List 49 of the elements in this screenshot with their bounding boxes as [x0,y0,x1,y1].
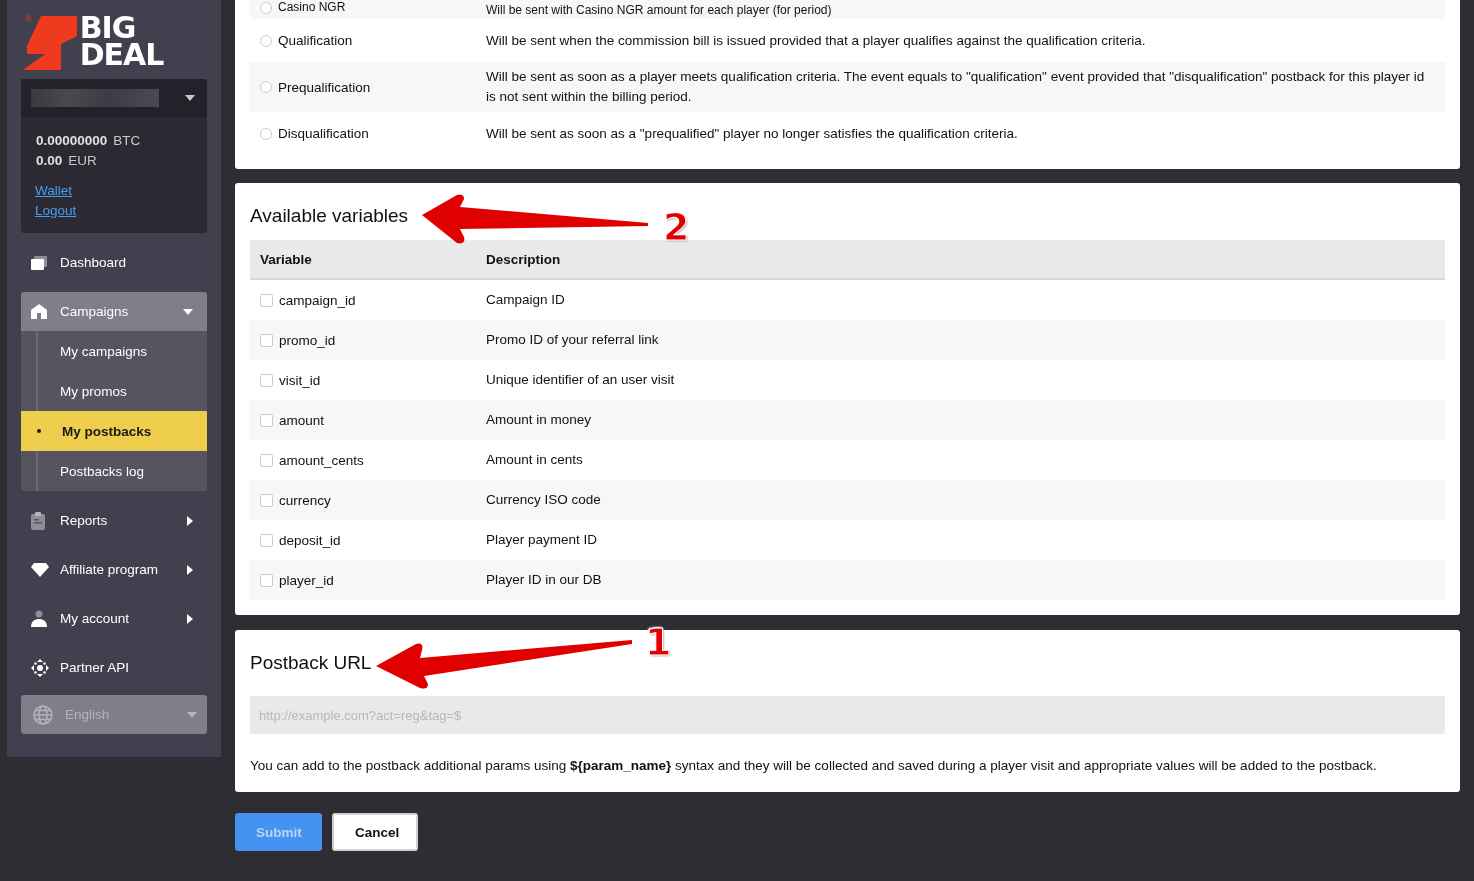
variable-name: player_id [279,572,334,588]
variable-name: amount [279,412,325,428]
variable-description: Player ID in our DB [486,571,603,589]
event-name: Casino NGR [278,0,346,14]
nav-item[interactable]: Reports [21,501,207,540]
variable-description: Promo ID of your referral link [486,331,660,349]
variable-description: Currency ISO code [486,491,602,509]
variable-name: visit_id [279,372,321,388]
variable-description: Player payment ID [486,531,599,549]
logo-text: BIG [79,14,136,41]
variable-description: Amount in cents [486,451,584,469]
account-link[interactable]: Logout [35,201,77,221]
variable-description: Unique identifier of an user visit [486,371,676,389]
event-name: Disqualification [278,126,369,141]
annotation-number: 2 [663,207,690,247]
variable-description: Amount in money [486,411,593,429]
event-description: Will be sent with Casino NGR amount for each player (for period) [486,2,833,19]
logo-text: DEAL [79,41,164,68]
submenu-item[interactable]: Postbacks log [36,451,207,491]
variable-name: amount_cents [279,452,364,468]
currency-code: EUR [68,152,97,170]
column-header: Variable [259,251,313,267]
event-name: Qualification [278,33,353,48]
nav-item[interactable]: Affiliate program [21,550,207,589]
event-description: Will be sent as soon as a "prequalified" player no longer satisfies the qualification criteria. [486,124,1019,143]
variable-name: campaign_id [279,292,356,308]
nav-item[interactable]: Dashboard [21,243,207,282]
event-name: Prequalification [278,79,371,95]
section-title: Available variables [250,204,409,228]
hint-text: You can add to the postback additional params using ${param_name} syntax and they will be collected and saved during a player visit and appropriate values will be added to the postback. [250,757,1378,775]
currency-code: BTC [113,132,141,150]
submenu-item[interactable]: My campaigns [36,331,207,371]
event-description: Will be sent when the commission bill is issued provided that a player qualifies against the qualification criteria. [486,31,1147,50]
variable-description: Campaign ID [486,291,566,309]
registered-mark: ® [25,14,32,24]
event-description: Will be sent as soon as a player meets qualification criteria. The event equals to "qualification" event provided that "disqualification" postback for this player id is not sent within the billing period. [486,68,1426,106]
variable-name: currency [279,492,331,508]
column-header: Description [486,251,561,267]
submenu-item[interactable]: My postbacks [21,411,207,451]
nav-item[interactable]: Campaigns [21,292,207,331]
balance-amount: 0.00000000 [36,132,108,150]
balance-amount: 0.00 [36,152,63,170]
nav-item[interactable]: My account [21,599,207,638]
variable-name: deposit_id [279,532,341,548]
nav-item[interactable]: Partner API [21,648,207,687]
account-link[interactable]: Wallet [35,181,72,201]
cancel-button[interactable]: Cancel [332,813,418,851]
section-title: Postback URL [250,651,372,675]
variable-name: promo_id [279,332,336,348]
